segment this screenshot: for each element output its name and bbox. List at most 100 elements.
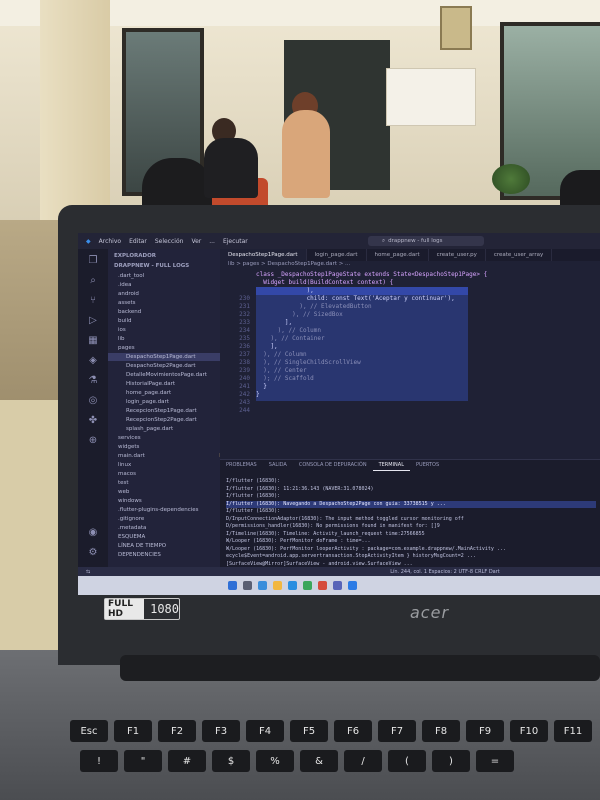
menu-more[interactable]: ...	[209, 238, 215, 245]
explorer-item[interactable]: .gitignore	[108, 515, 220, 523]
breadcrumb[interactable]: lib > pages > DespachoStep1Page.dart > .…	[220, 261, 600, 270]
menu-view[interactable]: Ver	[191, 238, 201, 245]
keyboard-key[interactable]: F2	[158, 720, 196, 742]
project-title[interactable]: DRAPPNEW - FULL LOGS	[108, 262, 220, 270]
vscode-taskbar-icon[interactable]	[288, 581, 297, 590]
keyboard-key[interactable]: F8	[422, 720, 460, 742]
explorer-item[interactable]: splash_page.dart	[108, 425, 220, 433]
explorer-title: EXPLORADOR	[114, 253, 156, 259]
explorer-item[interactable]: LÍNEA DE TIEMPO	[108, 542, 220, 550]
explorer-item[interactable]: DEPENDENCIES	[108, 551, 220, 559]
flutter-icon[interactable]: ◈	[87, 355, 99, 367]
explorer-item[interactable]: assets•	[108, 299, 220, 307]
keyboard-key[interactable]: F7	[378, 720, 416, 742]
explorer-item[interactable]: test	[108, 479, 220, 487]
git-graph-icon[interactable]: ✤	[87, 415, 99, 427]
explorer-item[interactable]: DetalleMovimientosPage.dartM	[108, 371, 220, 379]
explorer-item[interactable]: backend•	[108, 308, 220, 316]
remote-icon[interactable]: ◎	[87, 395, 99, 407]
explorer-item[interactable]: linux	[108, 461, 220, 469]
explorer-item[interactable]: windows	[108, 497, 220, 505]
teams-icon[interactable]	[333, 581, 342, 590]
explorer-item[interactable]: macos	[108, 470, 220, 478]
keyboard-key[interactable]: F11	[554, 720, 592, 742]
panel-tab[interactable]: PROBLEMAS	[220, 462, 263, 471]
explorer-item[interactable]: .metadata	[108, 524, 220, 532]
source-control-icon[interactable]: ⑂	[87, 295, 99, 307]
keyboard-key[interactable]: $	[212, 750, 250, 772]
explorer-item[interactable]: DespachoStep1Page.dartM	[108, 353, 220, 361]
editor-tab[interactable]: create_user.py	[429, 249, 486, 261]
keyboard-key[interactable]: #	[168, 750, 206, 772]
explorer-icon[interactable]: ❐	[87, 255, 99, 267]
keyboard-key[interactable]: Esc	[70, 720, 108, 742]
panel-tab[interactable]: TERMINAL	[372, 462, 411, 471]
explorer-item[interactable]: pages	[108, 344, 220, 352]
editor-tab[interactable]: home_page.dart	[367, 249, 429, 261]
testing-icon[interactable]: ⚗	[87, 375, 99, 387]
gear-icon[interactable]: ⚙	[87, 547, 99, 559]
keyboard-key[interactable]: F6	[334, 720, 372, 742]
command-search[interactable]: ⌕ drappnew - full logs	[368, 236, 484, 246]
explorer-item[interactable]: DespachoStep2Page.dartM	[108, 362, 220, 370]
keyboard-key[interactable]: F4	[246, 720, 284, 742]
menu-file[interactable]: Archivo	[99, 238, 121, 245]
panel-tab[interactable]: PUERTOS	[410, 462, 445, 471]
status-text[interactable]: Lín. 244, col. 1 Espacios: 2 UTF-8 CRLF …	[390, 569, 500, 575]
start-icon[interactable]	[228, 581, 237, 590]
editor-tab[interactable]: DespachoStep1Page.dart	[220, 249, 307, 261]
code-line: Widget build(BuildContext context) {	[220, 279, 600, 287]
keyboard-key[interactable]: (	[388, 750, 426, 772]
keyboard-key[interactable]: !	[80, 750, 118, 772]
keyboard-key[interactable]: F10	[510, 720, 548, 742]
explorer-item[interactable]: widgets	[108, 443, 220, 451]
search-icon[interactable]: ⌕	[87, 275, 99, 287]
remote-indicator-icon[interactable]: ⇆	[86, 569, 90, 575]
keyboard-key[interactable]: F9	[466, 720, 504, 742]
explorer-item[interactable]: services•	[108, 434, 220, 442]
keyboard-key[interactable]: =	[476, 750, 514, 772]
explorer-folder-icon[interactable]	[273, 581, 282, 590]
taskbar-search-icon[interactable]	[243, 581, 252, 590]
explorer-item[interactable]: .idea	[108, 281, 220, 289]
keyboard-key[interactable]: "	[124, 750, 162, 772]
explorer-item[interactable]: web	[108, 488, 220, 496]
line-number: 232	[239, 311, 250, 318]
run-debug-icon[interactable]: ▷	[87, 315, 99, 327]
keyboard-key[interactable]: F1	[114, 720, 152, 742]
explorer-item[interactable]: ESQUEMA	[108, 533, 220, 541]
keyboard-key[interactable]: F3	[202, 720, 240, 742]
explorer-item[interactable]: .flutter-plugins-dependencies	[108, 506, 220, 514]
explorer-item[interactable]: ios	[108, 326, 220, 334]
explorer-item[interactable]: login_page.dartM	[108, 398, 220, 406]
code-editor[interactable]: DespachoStep1Page.dart login_page.dart hom…	[220, 249, 600, 459]
account-icon[interactable]: ◉	[87, 527, 99, 539]
android-studio-icon[interactable]	[303, 581, 312, 590]
chrome-icon[interactable]	[318, 581, 327, 590]
menu-edit[interactable]: Editar	[129, 238, 147, 245]
panel-tab[interactable]: CONSOLA DE DEPURACIÓN	[293, 462, 373, 471]
explorer-item[interactable]: lib•	[108, 335, 220, 343]
explorer-item[interactable]: .dart_tool	[108, 272, 220, 280]
editor-tab[interactable]: create_user_array	[486, 249, 553, 261]
editor-tab[interactable]: login_page.dart	[307, 249, 367, 261]
explorer-item[interactable]: home_page.dartM	[108, 389, 220, 397]
menu-selection[interactable]: Selección	[155, 238, 184, 245]
keyboard-key[interactable]: /	[344, 750, 382, 772]
menu-run[interactable]: Ejecutar	[223, 238, 248, 245]
explorer-item[interactable]: main.dartM	[108, 452, 220, 460]
edge-icon[interactable]	[258, 581, 267, 590]
explorer-item[interactable]: android•	[108, 290, 220, 298]
explorer-item[interactable]: build	[108, 317, 220, 325]
keyboard-key[interactable]: )	[432, 750, 470, 772]
explorer-item[interactable]: HistorialPage.dartM	[108, 380, 220, 388]
keyboard-key[interactable]: F5	[290, 720, 328, 742]
explorer-item[interactable]: RecepcionStep1Page.dartM	[108, 407, 220, 415]
panel-tab[interactable]: SALIDA	[263, 462, 293, 471]
deploy-icon[interactable]: ⊕	[87, 435, 99, 447]
explorer-item[interactable]: RecepcionStep2Page.dart	[108, 416, 220, 424]
store-icon[interactable]	[348, 581, 357, 590]
extensions-icon[interactable]: ▦	[87, 335, 99, 347]
keyboard-key[interactable]: %	[256, 750, 294, 772]
keyboard-key[interactable]: &	[300, 750, 338, 772]
